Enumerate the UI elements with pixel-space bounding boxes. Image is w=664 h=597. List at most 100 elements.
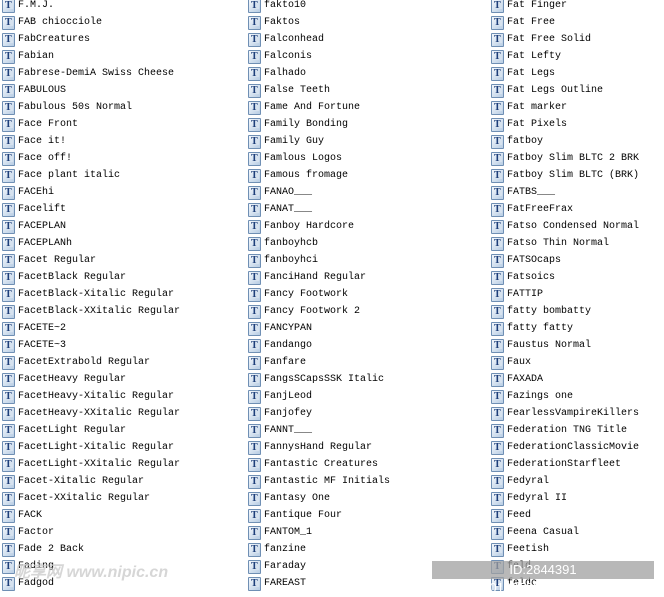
font-file-item[interactable]: F.M.J.: [2, 0, 180, 14]
font-file-item[interactable]: FabCreatures: [2, 31, 180, 48]
font-file-item[interactable]: Face Front: [2, 116, 180, 133]
font-file-item[interactable]: Family Bonding: [248, 116, 390, 133]
font-file-item[interactable]: Feena Casual: [491, 524, 639, 541]
font-file-item[interactable]: FacetLight-Xitalic Regular: [2, 439, 180, 456]
font-file-item[interactable]: Facet Regular: [2, 252, 180, 269]
font-file-item[interactable]: FAB chiocciole: [2, 14, 180, 31]
font-file-item[interactable]: FANTOM_1: [248, 524, 390, 541]
font-file-item[interactable]: Faraday: [248, 558, 390, 575]
font-file-item[interactable]: Fabian: [2, 48, 180, 65]
font-file-item[interactable]: FangsSCapsSSK Italic: [248, 371, 390, 388]
font-file-item[interactable]: Fantastic MF Initials: [248, 473, 390, 490]
font-file-item[interactable]: FACK: [2, 507, 180, 524]
font-file-item[interactable]: Falhado: [248, 65, 390, 82]
font-file-item[interactable]: Fazings one: [491, 388, 639, 405]
font-file-item[interactable]: FacetBlack-XXitalic Regular: [2, 303, 180, 320]
font-file-item[interactable]: FACEPLAN: [2, 218, 180, 235]
font-file-item[interactable]: Fantique Four: [248, 507, 390, 524]
font-file-item[interactable]: Feetish: [491, 541, 639, 558]
font-file-item[interactable]: Fatsoics: [491, 269, 639, 286]
font-file-item[interactable]: fatty fatty: [491, 320, 639, 337]
font-file-item[interactable]: Fabulous 50s Normal: [2, 99, 180, 116]
font-file-item[interactable]: FacetHeavy-XXitalic Regular: [2, 405, 180, 422]
font-file-item[interactable]: Falconhead: [248, 31, 390, 48]
font-file-item[interactable]: Fatboy Slim BLTC 2 BRK: [491, 150, 639, 167]
font-file-item[interactable]: Fatso Thin Normal: [491, 235, 639, 252]
font-file-item[interactable]: Fanjofey: [248, 405, 390, 422]
font-file-item[interactable]: Fabrese-DemiA Swiss Cheese: [2, 65, 180, 82]
font-file-item[interactable]: FacetHeavy-Xitalic Regular: [2, 388, 180, 405]
font-file-item[interactable]: Fat Legs Outline: [491, 82, 639, 99]
font-file-item[interactable]: fanzine: [248, 541, 390, 558]
font-file-item[interactable]: FACEhi: [2, 184, 180, 201]
font-file-item[interactable]: Facet-XXitalic Regular: [2, 490, 180, 507]
font-file-item[interactable]: Face plant italic: [2, 167, 180, 184]
font-file-item[interactable]: Fade 2 Back: [2, 541, 180, 558]
font-file-item[interactable]: Fat Legs: [491, 65, 639, 82]
font-file-item[interactable]: FACETE~2: [2, 320, 180, 337]
font-file-item[interactable]: FANAO___: [248, 184, 390, 201]
font-file-item[interactable]: Fedyral: [491, 473, 639, 490]
font-file-item[interactable]: FACETE~3: [2, 337, 180, 354]
font-file-item[interactable]: fanboyhci: [248, 252, 390, 269]
font-file-item[interactable]: Family Guy: [248, 133, 390, 150]
font-file-item[interactable]: Fat Finger: [491, 0, 639, 14]
font-file-item[interactable]: Fantasy One: [248, 490, 390, 507]
font-file-item[interactable]: FatFreeFrax: [491, 201, 639, 218]
font-file-item[interactable]: Fantastic Creatures: [248, 456, 390, 473]
font-file-item[interactable]: Facet-Xitalic Regular: [2, 473, 180, 490]
font-file-item[interactable]: fatboy: [491, 133, 639, 150]
font-file-item[interactable]: Fancy Footwork: [248, 286, 390, 303]
font-file-item[interactable]: FacetBlack-Xitalic Regular: [2, 286, 180, 303]
font-file-item[interactable]: Fat Pixels: [491, 116, 639, 133]
font-file-item[interactable]: FABULOUS: [2, 82, 180, 99]
font-file-item[interactable]: FacetLight Regular: [2, 422, 180, 439]
font-file-item[interactable]: FAXADA: [491, 371, 639, 388]
font-file-item[interactable]: FANAT___: [248, 201, 390, 218]
font-file-item[interactable]: Fat marker: [491, 99, 639, 116]
font-file-item[interactable]: fanboyhcb: [248, 235, 390, 252]
font-file-item[interactable]: FanciHand Regular: [248, 269, 390, 286]
font-file-item[interactable]: Faustus Normal: [491, 337, 639, 354]
font-file-item[interactable]: Facelift: [2, 201, 180, 218]
font-file-item[interactable]: Faktos: [248, 14, 390, 31]
font-file-item[interactable]: Fatso Condensed Normal: [491, 218, 639, 235]
font-file-item[interactable]: FederationStarfleet: [491, 456, 639, 473]
font-file-item[interactable]: Face off!: [2, 150, 180, 167]
font-file-item[interactable]: FederationClassicMovie: [491, 439, 639, 456]
font-file-item[interactable]: Feed: [491, 507, 639, 524]
font-file-item[interactable]: FanjLeod: [248, 388, 390, 405]
font-file-item[interactable]: Faux: [491, 354, 639, 371]
font-file-item[interactable]: fakto10: [248, 0, 390, 14]
font-file-item[interactable]: Famlous Logos: [248, 150, 390, 167]
font-file-item[interactable]: FacetLight-XXitalic Regular: [2, 456, 180, 473]
font-file-item[interactable]: FacetBlack Regular: [2, 269, 180, 286]
font-file-item[interactable]: FACEPLANh: [2, 235, 180, 252]
font-file-item[interactable]: FacetExtrabold Regular: [2, 354, 180, 371]
font-file-item[interactable]: FATTIP: [491, 286, 639, 303]
font-file-item[interactable]: Fandango: [248, 337, 390, 354]
font-file-item[interactable]: fatty bombatty: [491, 303, 639, 320]
font-file-item[interactable]: FAREAST: [248, 575, 390, 592]
font-file-item[interactable]: Fame And Fortune: [248, 99, 390, 116]
font-file-item[interactable]: Fancy Footwork 2: [248, 303, 390, 320]
font-file-item[interactable]: FannysHand Regular: [248, 439, 390, 456]
font-file-item[interactable]: Federation TNG Title: [491, 422, 639, 439]
font-file-item[interactable]: Fat Lefty: [491, 48, 639, 65]
font-file-item[interactable]: Fedyral II: [491, 490, 639, 507]
font-file-item[interactable]: FearlessVampireKillers: [491, 405, 639, 422]
font-file-item[interactable]: False Teeth: [248, 82, 390, 99]
font-file-item[interactable]: Face it!: [2, 133, 180, 150]
font-file-item[interactable]: FATBS___: [491, 184, 639, 201]
font-file-item[interactable]: FATSOcaps: [491, 252, 639, 269]
font-file-item[interactable]: Fatboy Slim BLTC (BRK): [491, 167, 639, 184]
font-file-item[interactable]: FANNT___: [248, 422, 390, 439]
font-file-item[interactable]: Fanboy Hardcore: [248, 218, 390, 235]
font-file-item[interactable]: Falconis: [248, 48, 390, 65]
font-file-item[interactable]: FacetHeavy Regular: [2, 371, 180, 388]
font-file-item[interactable]: Fanfare: [248, 354, 390, 371]
font-file-item[interactable]: FANCYPAN: [248, 320, 390, 337]
font-file-item[interactable]: Fat Free: [491, 14, 639, 31]
font-file-item[interactable]: Fat Free Solid: [491, 31, 639, 48]
font-file-item[interactable]: Factor: [2, 524, 180, 541]
